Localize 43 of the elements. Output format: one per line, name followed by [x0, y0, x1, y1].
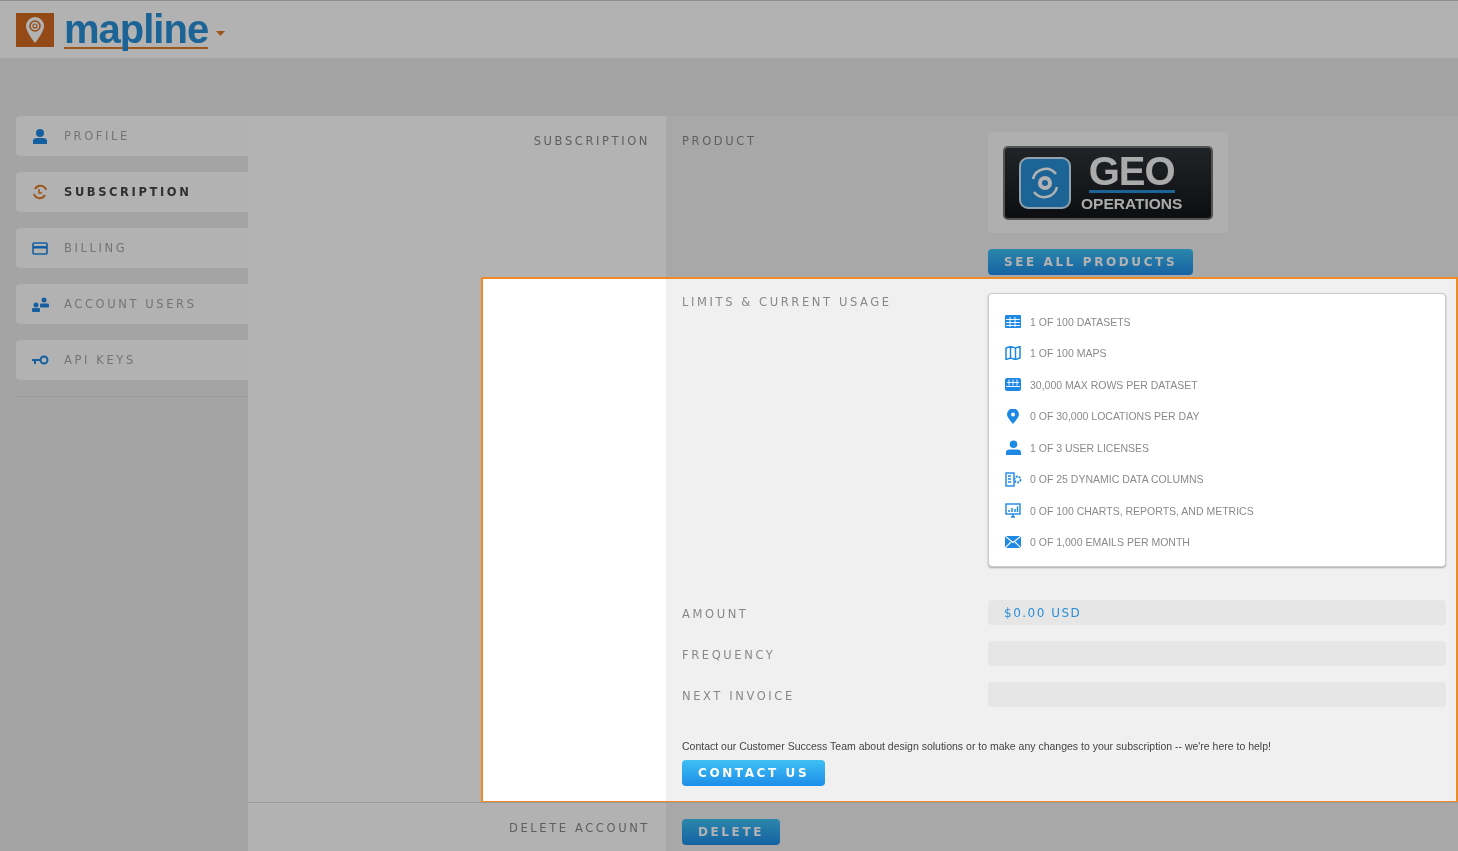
grid-icon — [1005, 378, 1021, 392]
sidebar-item[interactable]: PROFILE — [16, 116, 248, 156]
limit-text: 1 OF 3 USER LICENSES — [1030, 441, 1150, 454]
person-icon — [1005, 440, 1021, 456]
users-icon — [32, 296, 49, 312]
location-pin-icon — [1007, 408, 1019, 424]
limit-text: 0 OF 1,000 EMAILS PER MONTH — [1030, 536, 1190, 549]
field-label: FREQUENCY — [682, 646, 777, 662]
logo-subtitle: OPERATIONS — [1081, 195, 1183, 213]
logo-title: GEO — [1088, 152, 1175, 193]
limit-text: 0 OF 25 DYNAMIC DATA COLUMNS — [1030, 473, 1204, 486]
table-icon — [1005, 315, 1021, 329]
location-pin-logo-icon — [16, 12, 54, 47]
field-label: NEXT INVOICE — [682, 687, 796, 703]
field-label: LIMITS & CURRENT USAGE — [682, 294, 893, 309]
field-label: AMOUNT — [682, 605, 750, 621]
clock-refresh-icon — [32, 184, 48, 200]
delete-button[interactable]: DELETE — [682, 819, 780, 845]
see-all-products-button[interactable]: SEE ALL PRODUCTS — [988, 249, 1194, 275]
field-label: PRODUCT — [682, 133, 758, 148]
sidebar-item[interactable]: ACCOUNT USERS — [16, 284, 248, 324]
section-label: SUBSCRIPTION — [533, 134, 651, 150]
limit-text: 0 OF 100 CHARTS, REPORTS, AND METRICS — [1030, 504, 1254, 517]
sidebar-item[interactable]: API KEYS — [16, 340, 248, 380]
limit-text: 30,000 MAX ROWS PER DATASET — [1030, 378, 1198, 391]
limit-text: 1 OF 100 DATASETS — [1030, 315, 1131, 328]
folded-map-icon — [1005, 346, 1021, 361]
columns-gear-icon — [1004, 471, 1022, 487]
person-icon — [32, 128, 48, 144]
value-field: $0.00 USD — [988, 600, 1446, 625]
brand-name[interactable]: mapline — [64, 10, 209, 49]
caret-icon[interactable] — [216, 31, 226, 36]
limit-text: 0 OF 30,000 LOCATIONS PER DAY — [1030, 410, 1200, 423]
section-label: DELETE ACCOUNT — [509, 821, 651, 837]
limit-text: 1 OF 100 MAPS — [1030, 347, 1107, 360]
monitor-chart-icon — [1005, 503, 1021, 519]
credit-card-icon — [32, 241, 48, 255]
envelope-icon — [1005, 536, 1021, 549]
sidebar-item[interactable]: SUBSCRIPTION — [16, 172, 248, 212]
key-icon — [32, 355, 49, 365]
sidebar-item[interactable]: BILLING — [16, 228, 248, 268]
contact-us-button[interactable]: CONTACT US — [682, 760, 826, 786]
contact-message: Contact our Customer Success Team about design solutions or to make any changes to your subscription -- we're here to help! — [682, 740, 1272, 752]
